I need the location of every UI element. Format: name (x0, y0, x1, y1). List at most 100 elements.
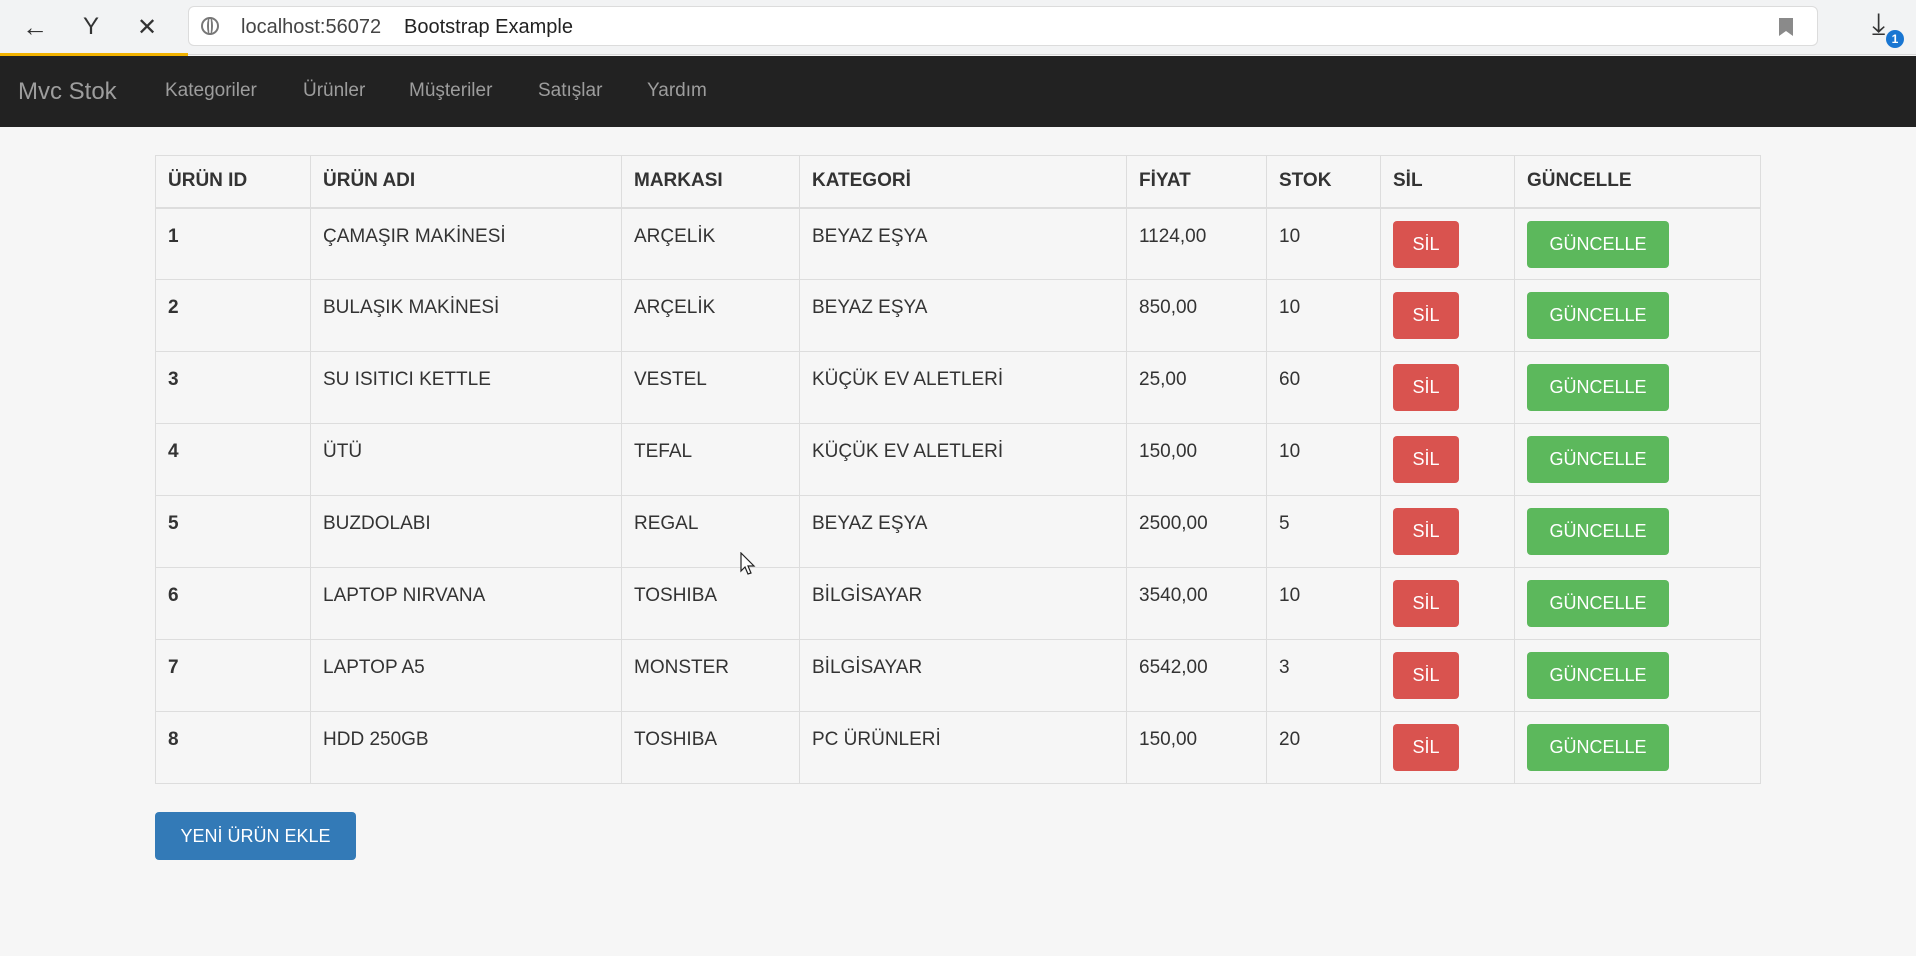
cell-delete: SİL (1380, 711, 1515, 784)
delete-button[interactable]: SİL (1393, 652, 1459, 699)
update-button[interactable]: GÜNCELLE (1527, 364, 1669, 411)
nav-item-kategoriler[interactable]: Kategoriler (165, 80, 257, 102)
cell-delete: SİL (1380, 279, 1515, 352)
cell-update: GÜNCELLE (1514, 567, 1761, 640)
cell-price: 150,00 (1126, 423, 1267, 496)
cell-brand: TOSHIBA (621, 711, 800, 784)
delete-button[interactable]: SİL (1393, 580, 1459, 627)
cell-category: KÜÇÜK EV ALETLERİ (799, 351, 1127, 424)
cell-category: BEYAZ EŞYA (799, 207, 1127, 280)
update-button[interactable]: GÜNCELLE (1527, 508, 1669, 555)
cell-stock: 60 (1266, 351, 1381, 424)
cell-delete: SİL (1380, 567, 1515, 640)
cell-id: 3 (155, 351, 311, 424)
header-guncelle: GÜNCELLE (1514, 155, 1761, 209)
brand-link[interactable]: Mvc Stok (18, 78, 117, 106)
download-arrow-icon: ⤓ (1872, 8, 1886, 41)
header-urun-id: ÜRÜN ID (155, 155, 311, 209)
cell-price: 150,00 (1126, 711, 1267, 784)
cell-name: BULAŞIK MAKİNESİ (310, 279, 622, 352)
delete-button[interactable]: SİL (1393, 724, 1459, 771)
yandex-icon[interactable]: Y (72, 8, 110, 46)
cell-brand: ARÇELİK (621, 279, 800, 352)
update-button[interactable]: GÜNCELLE (1527, 724, 1669, 771)
delete-button[interactable]: SİL (1393, 364, 1459, 411)
update-button[interactable]: GÜNCELLE (1527, 652, 1669, 699)
cell-update: GÜNCELLE (1514, 207, 1761, 280)
globe-icon (201, 17, 219, 35)
cell-id: 6 (155, 567, 311, 640)
cell-price: 850,00 (1126, 279, 1267, 352)
delete-button[interactable]: SİL (1393, 220, 1459, 268)
header-stok: STOK (1266, 155, 1381, 209)
cell-name: SU ISITICI KETTLE (310, 351, 622, 424)
delete-button[interactable]: SİL (1393, 292, 1459, 339)
cell-delete: SİL (1380, 207, 1515, 280)
product-table: ÜRÜN ID ÜRÜN ADI MARKASI KATEGORİ FİYAT … (155, 155, 1761, 784)
back-icon[interactable]: ← (16, 8, 54, 46)
cell-name: LAPTOP A5 (310, 639, 622, 712)
update-button[interactable]: GÜNCELLE (1527, 436, 1669, 483)
bookmark-icon[interactable] (1779, 18, 1793, 36)
cell-update: GÜNCELLE (1514, 279, 1761, 352)
header-urun-adi: ÜRÜN ADI (310, 155, 622, 209)
cell-update: GÜNCELLE (1514, 639, 1761, 712)
app-navbar: Mvc Stok Kategoriler Ürünler Müşteriler … (0, 56, 1916, 127)
close-icon[interactable]: ✕ (128, 8, 166, 46)
header-markasi: MARKASI (621, 155, 800, 209)
cell-category: BİLGİSAYAR (799, 567, 1127, 640)
nav-item-yardim[interactable]: Yardım (647, 80, 707, 102)
cell-name: LAPTOP NIRVANA (310, 567, 622, 640)
cell-stock: 10 (1266, 567, 1381, 640)
nav-item-satislar[interactable]: Satışlar (538, 80, 602, 102)
table-row: 5 BUZDOLABI REGAL BEYAZ EŞYA 2500,00 5 S… (155, 495, 1761, 568)
cell-id: 4 (155, 423, 311, 496)
header-sil: SİL (1380, 155, 1515, 209)
new-product-button[interactable]: YENİ ÜRÜN EKLE (155, 812, 356, 860)
table-row: 8 HDD 250GB TOSHIBA PC ÜRÜNLERİ 150,00 2… (155, 711, 1761, 784)
nav-item-musteriler[interactable]: Müşteriler (409, 80, 492, 102)
cell-category: KÜÇÜK EV ALETLERİ (799, 423, 1127, 496)
cell-name: BUZDOLABI (310, 495, 622, 568)
update-button[interactable]: GÜNCELLE (1527, 292, 1669, 339)
cell-delete: SİL (1380, 639, 1515, 712)
download-icon[interactable]: ⤓ 1 (1862, 8, 1904, 48)
cell-id: 1 (155, 207, 311, 280)
cell-brand: ARÇELİK (621, 207, 800, 280)
product-table-wrapper: ÜRÜN ID ÜRÜN ADI MARKASI KATEGORİ FİYAT … (155, 155, 1761, 784)
delete-button[interactable]: SİL (1393, 436, 1459, 483)
header-fiyat: FİYAT (1126, 155, 1267, 209)
nav-item-urunler[interactable]: Ürünler (303, 80, 365, 102)
cell-stock: 20 (1266, 711, 1381, 784)
table-row: 3 SU ISITICI KETTLE VESTEL KÜÇÜK EV ALET… (155, 351, 1761, 424)
cell-id: 8 (155, 711, 311, 784)
update-button[interactable]: GÜNCELLE (1527, 220, 1669, 268)
table-row: 7 LAPTOP A5 MONSTER BİLGİSAYAR 6542,00 3… (155, 639, 1761, 712)
url-text: localhost:56072 (241, 16, 382, 38)
cell-delete: SİL (1380, 495, 1515, 568)
cell-category: BEYAZ EŞYA (799, 495, 1127, 568)
download-badge: 1 (1886, 30, 1904, 48)
cell-category: BEYAZ EŞYA (799, 279, 1127, 352)
cell-name: ÇAMAŞIR MAKİNESİ (310, 207, 622, 280)
header-kategori: KATEGORİ (799, 155, 1127, 209)
cell-id: 2 (155, 279, 311, 352)
cell-id: 7 (155, 639, 311, 712)
address-bar[interactable]: localhost:56072 Bootstrap Example (188, 6, 1818, 46)
cell-price: 1124,00 (1126, 207, 1267, 280)
cell-stock: 3 (1266, 639, 1381, 712)
cell-delete: SİL (1380, 423, 1515, 496)
cell-brand: VESTEL (621, 351, 800, 424)
cell-stock: 10 (1266, 279, 1381, 352)
cell-price: 6542,00 (1126, 639, 1267, 712)
table-row: 2 BULAŞIK MAKİNESİ ARÇELİK BEYAZ EŞYA 85… (155, 279, 1761, 352)
delete-button[interactable]: SİL (1393, 508, 1459, 555)
cell-update: GÜNCELLE (1514, 711, 1761, 784)
cell-price: 2500,00 (1126, 495, 1267, 568)
cell-price: 25,00 (1126, 351, 1267, 424)
browser-toolbar: ← Y ✕ localhost:56072 Bootstrap Example … (0, 0, 1916, 55)
cell-stock: 5 (1266, 495, 1381, 568)
cell-update: GÜNCELLE (1514, 423, 1761, 496)
update-button[interactable]: GÜNCELLE (1527, 580, 1669, 627)
tab-title: Bootstrap Example (404, 16, 573, 38)
